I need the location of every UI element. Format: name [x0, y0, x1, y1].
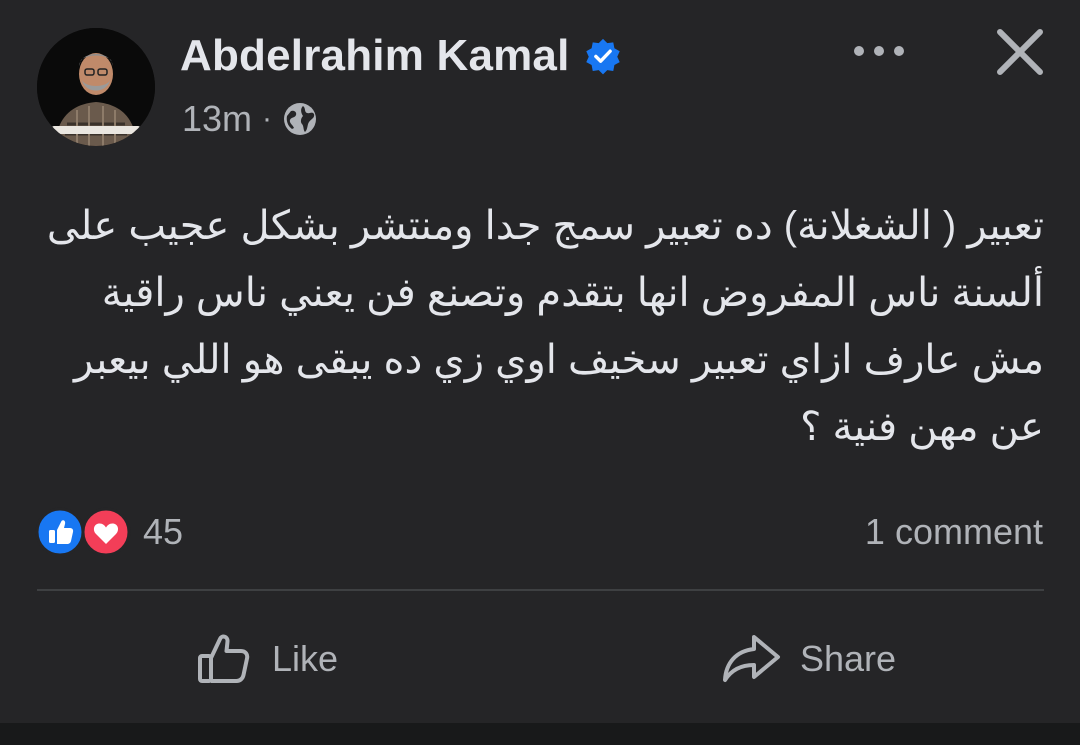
author-avatar[interactable] [37, 28, 155, 146]
share-arrow-icon [723, 635, 780, 682]
avatar-photo [37, 28, 155, 146]
author-header: Abdelrahim Kamal [180, 28, 622, 84]
divider [37, 589, 1044, 591]
post-meta: 13m · [182, 96, 318, 142]
reaction-count: 45 [143, 511, 184, 552]
share-label: Share [800, 638, 897, 679]
meta-separator: · [262, 102, 273, 135]
author-name[interactable]: Abdelrahim Kamal [180, 31, 570, 81]
like-reaction-icon [35, 507, 85, 557]
post-text: تعبير ( الشغلانة) ده تعبير سمج جدا ومنتش… [46, 204, 1044, 449]
post-time[interactable]: 13m [182, 98, 252, 140]
more-options-icon[interactable] [848, 30, 910, 72]
share-button[interactable]: Share [720, 625, 896, 693]
bottom-edge [0, 723, 1080, 745]
like-button[interactable]: Like [194, 625, 338, 693]
like-label: Like [272, 638, 339, 679]
close-icon[interactable] [992, 24, 1048, 80]
verified-badge-icon [585, 38, 620, 75]
globe-icon [284, 103, 317, 135]
love-reaction-icon [81, 507, 131, 557]
comment-count-link[interactable]: 1 comment [865, 506, 1043, 558]
reactions-summary[interactable]: 45 [35, 506, 183, 558]
thumbs-up-icon [198, 634, 250, 683]
reaction-icons [35, 507, 133, 557]
